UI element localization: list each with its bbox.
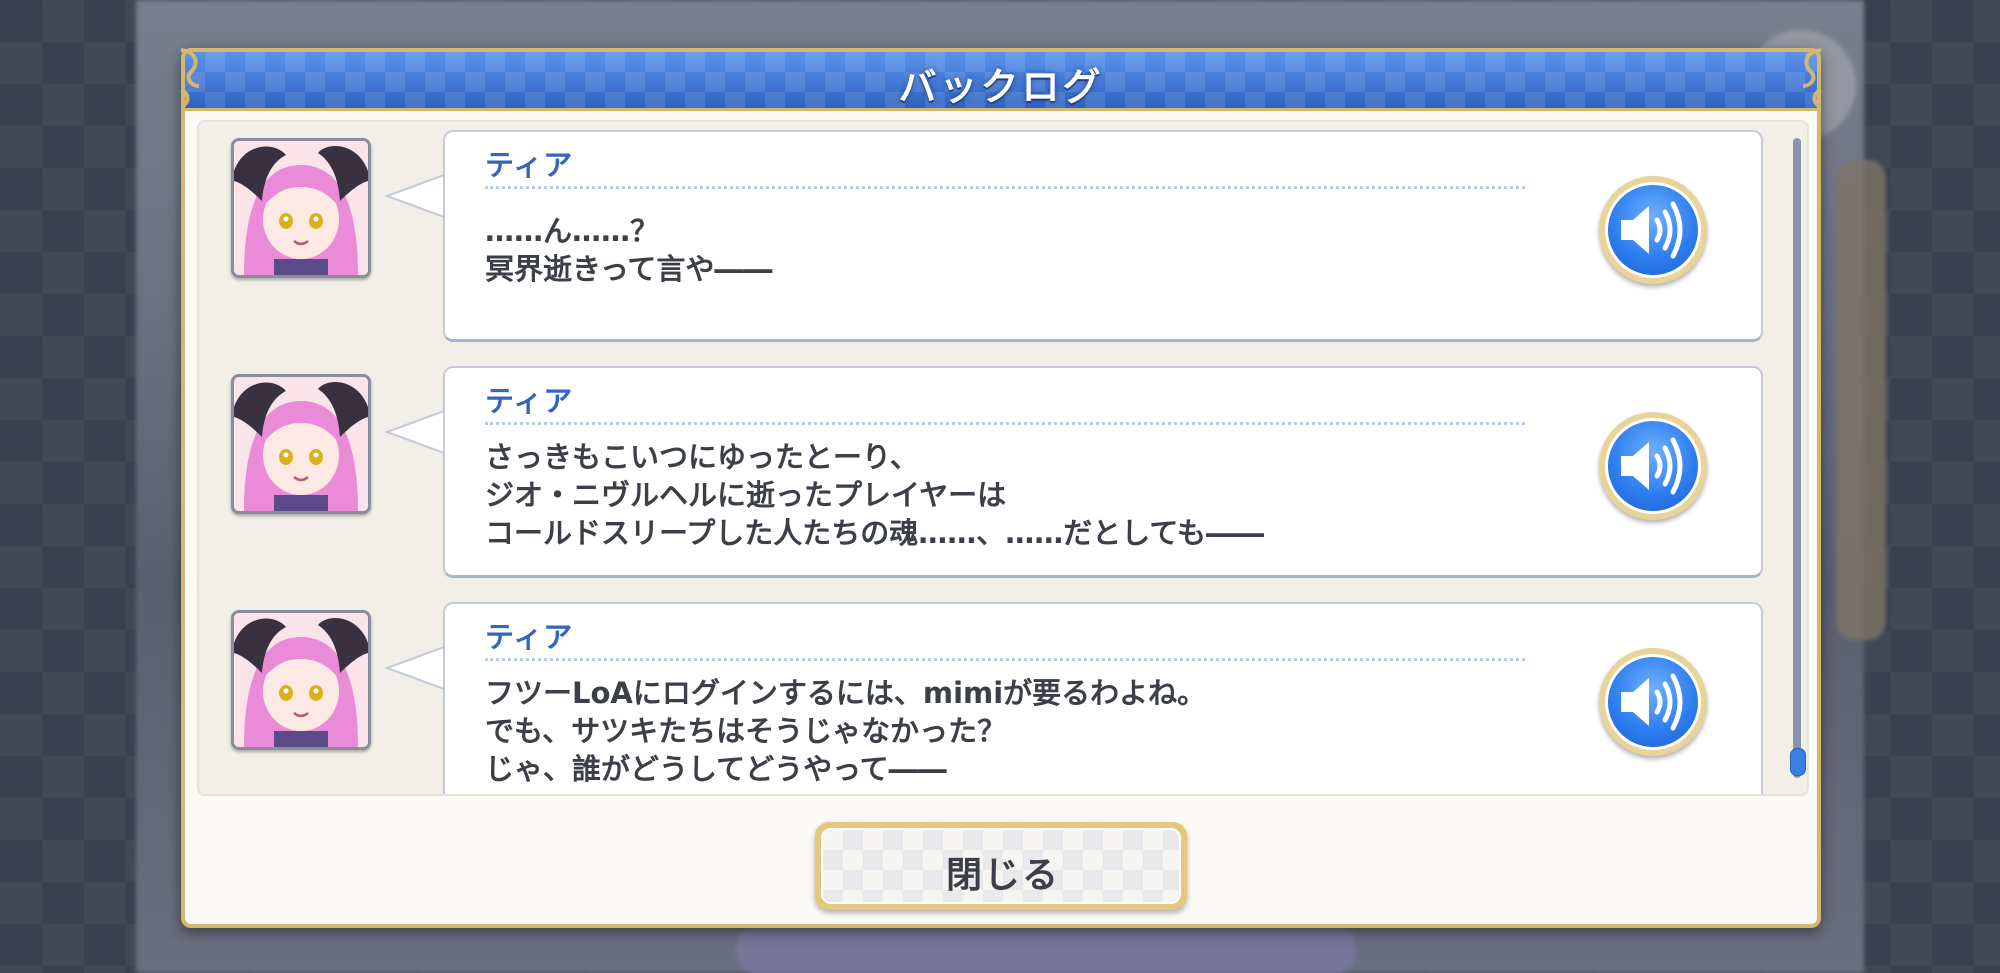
dialogue-line: ジオ・ニヴルヘルに逝ったプレイヤーは xyxy=(485,478,1007,512)
backlog-entry: ティア フツーLoAにログインするには、mimiが要るわよね。 でも、サツキたち… xyxy=(199,602,1807,794)
dialogue-line: でも、サツキたちはそうじゃなかった？ xyxy=(485,714,1007,748)
background-blur-shape xyxy=(1836,160,1886,640)
corner-ornament-icon xyxy=(1802,48,1822,108)
dialog-title: バックログ xyxy=(898,65,1104,109)
speaker-icon xyxy=(1621,437,1683,495)
dialogue-line: ……ん……？ xyxy=(485,214,660,248)
speaker-name: ティア xyxy=(485,148,574,182)
close-button[interactable]: 閉じる xyxy=(815,822,1187,910)
backlog-entry: ティア さっきもこいつにゆったとーり、 ジオ・ニヴルヘルに逝ったプレイヤーは コ… xyxy=(199,366,1807,582)
dialogue-line: フツーLoAにログインするには、mimiが要るわよね。 xyxy=(485,676,1207,710)
scrollbar-track[interactable] xyxy=(1793,138,1801,778)
close-button-face: 閉じる xyxy=(821,828,1181,904)
speech-bubble-tail xyxy=(385,172,447,220)
dialogue-line: コールドスリープした人たちの魂……、……だとしても―― xyxy=(485,516,1264,550)
speaker-name: ティア xyxy=(485,620,574,654)
voice-replay-button[interactable] xyxy=(1599,412,1707,520)
voice-replay-button[interactable] xyxy=(1599,176,1707,284)
speech-bubble-tail xyxy=(385,408,447,456)
speech-bubble: ティア ……ん……？ 冥界逝きって言や―― xyxy=(443,130,1763,342)
speech-bubble-tail xyxy=(385,644,447,692)
divider xyxy=(485,186,1525,189)
speech-bubble: ティア さっきもこいつにゆったとーり、 ジオ・ニヴルヘルに逝ったプレイヤーは コ… xyxy=(443,366,1763,578)
voice-replay-button[interactable] xyxy=(1599,648,1707,756)
character-portrait-icon xyxy=(231,138,371,278)
speaker-icon xyxy=(1621,673,1683,731)
dialog-header: バックログ xyxy=(180,48,1822,111)
character-portrait-icon xyxy=(231,374,371,514)
backlog-dialog: バックログ ティア ……ん……？ 冥界逝きって言や―― ティア さっきもこいつに… xyxy=(180,48,1822,928)
divider xyxy=(485,422,1525,425)
speaker-icon xyxy=(1621,201,1683,259)
backlog-list[interactable]: ティア ……ん……？ 冥界逝きって言や―― ティア さっきもこいつにゆったとーり… xyxy=(197,120,1809,796)
dialogue-line: さっきもこいつにゆったとーり、 xyxy=(485,440,919,474)
backlog-entry: ティア ……ん……？ 冥界逝きって言や―― xyxy=(199,130,1807,346)
dialogue-line: 冥界逝きって言や―― xyxy=(485,252,773,286)
dialogue-line: じゃ、誰がどうしてどうやって―― xyxy=(485,752,947,786)
close-button-label: 閉じる xyxy=(945,855,1060,896)
divider xyxy=(485,658,1525,661)
character-portrait-icon xyxy=(231,610,371,750)
speech-bubble: ティア フツーLoAにログインするには、mimiが要るわよね。 でも、サツキたち… xyxy=(443,602,1763,794)
scrollbar-thumb[interactable] xyxy=(1790,748,1806,776)
speaker-name: ティア xyxy=(485,384,574,418)
